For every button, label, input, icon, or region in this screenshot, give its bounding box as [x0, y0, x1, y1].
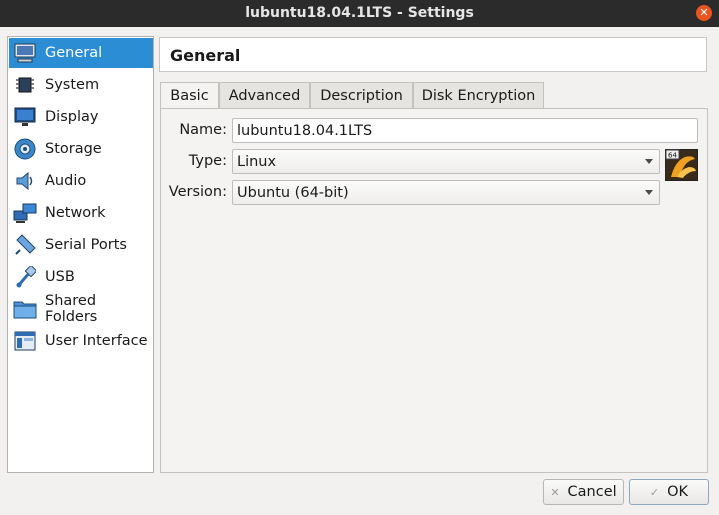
settings-window: lubuntu18.04.1LTS - Settings ✕ General S…: [0, 0, 719, 515]
sidebar-item-usb[interactable]: USB: [9, 262, 153, 292]
sidebar-item-display[interactable]: Display: [9, 102, 153, 132]
sidebar-item-system[interactable]: System: [9, 70, 153, 100]
sidebar-item-label: Audio: [45, 173, 87, 189]
sidebar-item-label: Storage: [45, 141, 102, 157]
sidebar-item-label: User Interface: [45, 333, 148, 349]
type-label: Type:: [188, 153, 227, 169]
sidebar-item-label: USB: [45, 269, 75, 285]
tab-description[interactable]: Description: [310, 82, 413, 108]
sidebar-item-serial-ports[interactable]: Serial Ports: [9, 230, 153, 260]
sidebar-item-label: General: [45, 45, 103, 61]
page-title: General: [170, 46, 241, 65]
version-label: Version:: [168, 184, 227, 200]
storage-disk-icon: [12, 136, 38, 162]
audio-speaker-icon: [12, 168, 38, 194]
system-chip-icon: [12, 72, 38, 98]
sidebar-item-label: Display: [45, 109, 99, 125]
sidebar-item-shared-folders[interactable]: Shared Folders: [9, 293, 153, 325]
sidebar-item-label: Serial Ports: [45, 237, 127, 253]
sidebar-item-storage[interactable]: Storage: [9, 134, 153, 164]
sidebar-item-user-interface[interactable]: User Interface: [9, 326, 153, 356]
window-title: lubuntu18.04.1LTS - Settings: [245, 5, 474, 21]
tab-basic[interactable]: Basic: [160, 82, 219, 109]
close-icon[interactable]: ✕: [696, 5, 712, 21]
usb-icon: [12, 264, 38, 290]
sidebar-item-general[interactable]: General: [9, 38, 153, 68]
sidebar-item-label: System: [45, 77, 100, 93]
sidebar-item-network[interactable]: Network: [9, 198, 153, 228]
type-select[interactable]: Linux: [232, 149, 660, 174]
chevron-down-icon: [645, 159, 653, 164]
page-header: General: [159, 37, 707, 72]
name-label: Name:: [179, 122, 227, 138]
chevron-down-icon: [645, 190, 653, 195]
os-type-icon: 64: [665, 149, 698, 181]
cancel-button[interactable]: ✕ Cancel: [543, 479, 624, 505]
cancel-icon: ✕: [550, 485, 560, 499]
settings-sidebar: General System Display Storage Audio Net…: [7, 36, 154, 473]
title-bar: lubuntu18.04.1LTS - Settings ✕: [0, 0, 719, 27]
sidebar-item-label: Network: [45, 205, 106, 221]
sidebar-item-label: Shared Folders: [45, 293, 98, 325]
serial-port-icon: [12, 232, 38, 258]
checkmark-icon: ✓: [649, 485, 660, 499]
user-interface-icon: [12, 328, 38, 354]
network-icon: [12, 200, 38, 226]
sidebar-item-audio[interactable]: Audio: [9, 166, 153, 196]
os-badge-text: 64: [668, 152, 677, 160]
version-select[interactable]: Ubuntu (64-bit): [232, 180, 660, 205]
shared-folder-icon: [12, 296, 38, 322]
general-icon: [12, 40, 38, 66]
ok-button[interactable]: ✓ OK: [629, 479, 709, 505]
tab-disk-encryption[interactable]: Disk Encryption: [413, 82, 544, 108]
name-field[interactable]: lubuntu18.04.1LTS: [232, 118, 698, 143]
tab-advanced[interactable]: Advanced: [219, 82, 310, 108]
display-monitor-icon: [12, 104, 38, 130]
